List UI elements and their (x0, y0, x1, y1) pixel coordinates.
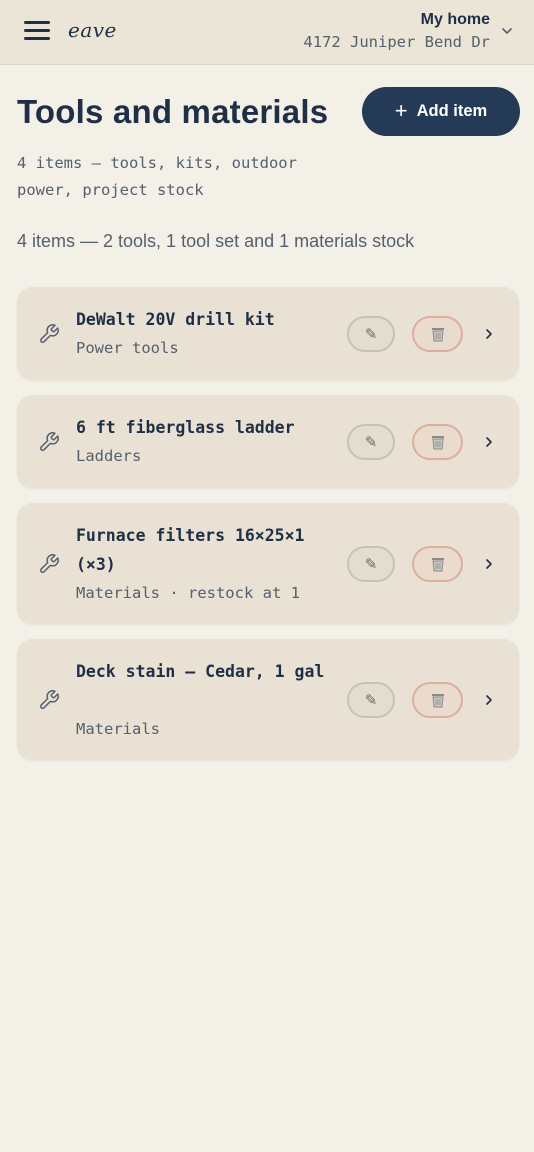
items-summary: 4 items — 2 tools, 1 tool set and 1 mate… (17, 231, 415, 251)
trash-icon (431, 436, 444, 450)
page-title: Tools and materials (17, 93, 329, 130)
trash-icon (431, 558, 444, 572)
item-card[interactable]: 6 ft fiberglass ladder Ladders ✎ (17, 395, 519, 488)
item-category: Power tools (76, 339, 179, 357)
item-name: 6 ft fiberglass ladder (76, 418, 295, 437)
delete-button[interactable] (412, 682, 463, 718)
delete-button[interactable] (412, 424, 463, 460)
edit-button[interactable]: ✎ (347, 316, 395, 352)
edit-button[interactable]: ✎ (347, 682, 395, 718)
wrench-icon (40, 324, 59, 343)
home-selector[interactable]: My home 4172 Juniper Bend Dr (274, 10, 514, 56)
chevron-right-icon[interactable] (483, 557, 495, 571)
trash-icon (431, 328, 444, 342)
home-address: 4172 Juniper Bend Dr (303, 33, 490, 51)
item-name: DeWalt 20V drill kit (76, 310, 275, 329)
chevron-right-icon[interactable] (483, 693, 495, 707)
wrench-icon (40, 690, 59, 709)
menu-icon[interactable] (24, 21, 50, 41)
add-item-label: Add item (416, 102, 488, 120)
chevron-right-icon[interactable] (483, 435, 495, 449)
pencil-icon: ✎ (364, 433, 378, 451)
top-bar: eave My home 4172 Juniper Bend Dr (0, 0, 534, 65)
item-card[interactable]: DeWalt 20V drill kit Power tools ✎ (17, 287, 519, 380)
trash-icon (431, 694, 444, 708)
item-category: Materials (76, 720, 160, 738)
item-card[interactable]: Furnace filters 16×25×1 (×3) Materials ·… (17, 503, 519, 624)
edit-button[interactable]: ✎ (347, 424, 395, 460)
item-name: Deck stain — Cedar, 1 gal (76, 662, 325, 681)
chevron-right-icon[interactable] (483, 327, 495, 341)
item-name: Furnace filters 16×25×1 (×3) (76, 526, 305, 574)
wrench-icon (40, 554, 59, 573)
pencil-icon: ✎ (364, 555, 378, 573)
edit-button[interactable]: ✎ (347, 546, 395, 582)
wrench-icon (40, 432, 59, 451)
delete-button[interactable] (412, 546, 463, 582)
home-name: My home (420, 11, 490, 28)
page-subtitle: 4 items — tools, kits, outdoor power, pr… (17, 154, 297, 199)
item-category: Materials · restock at 1 (76, 584, 300, 602)
item-category: Ladders (76, 447, 142, 465)
pencil-icon: ✎ (364, 325, 378, 343)
app-logo[interactable]: eave (68, 18, 117, 42)
plus-icon: + (394, 97, 408, 123)
item-card[interactable]: Deck stain — Cedar, 1 gal Materials ✎ (17, 639, 519, 760)
delete-button[interactable] (412, 316, 463, 352)
pencil-icon: ✎ (364, 691, 378, 709)
chevron-down-icon (502, 28, 512, 34)
add-item-button[interactable]: + Add item (362, 87, 520, 136)
